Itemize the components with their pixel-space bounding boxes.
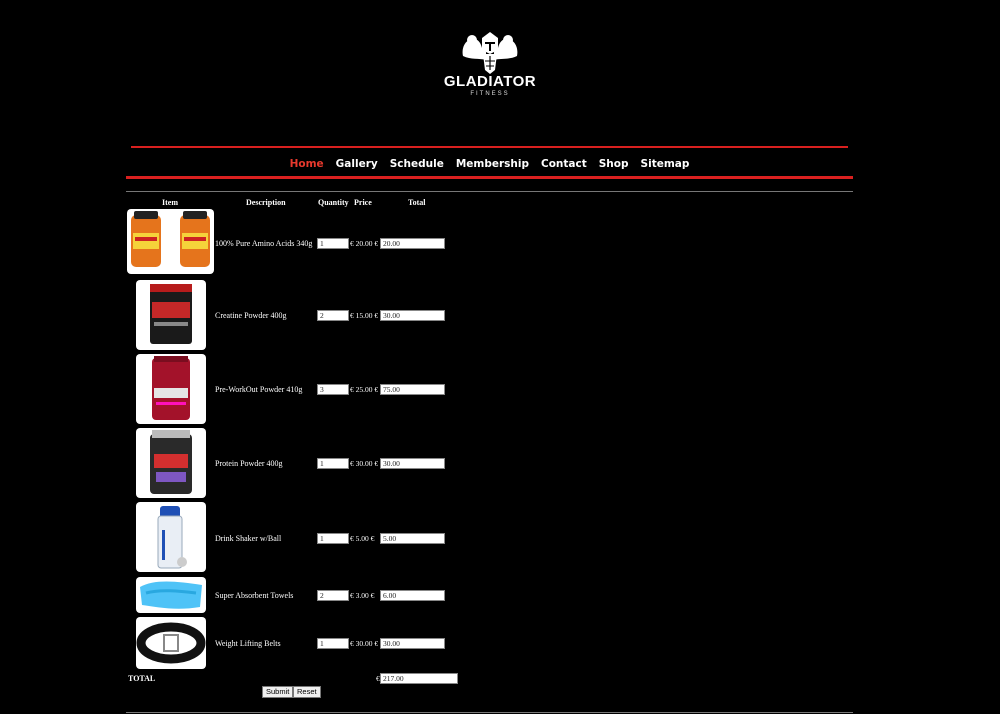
quantity-input[interactable]: 1 (317, 238, 349, 249)
row-total-field[interactable]: 30.00 (380, 458, 445, 469)
row-description: 100% Pure Amino Acids 340g (215, 239, 313, 248)
nav-gallery[interactable]: Gallery (336, 155, 378, 173)
row-total-field[interactable]: 30.00 (380, 310, 445, 321)
quantity-input[interactable]: 1 (317, 638, 349, 649)
reset-button[interactable]: Reset (293, 686, 321, 698)
row-description: Drink Shaker w/Ball (215, 534, 282, 543)
product-image-amino-acids (127, 209, 214, 274)
gladiator-emblem-icon (462, 32, 518, 74)
quantity-input[interactable]: 1 (317, 533, 349, 544)
quantity-input[interactable]: 1 (317, 458, 349, 469)
row-total-field[interactable]: 75.00 (380, 384, 445, 395)
product-image-shaker (136, 502, 206, 572)
nav-membership[interactable]: Membership (456, 155, 529, 173)
product-image-towels (136, 577, 206, 613)
product-image-creatine (136, 280, 206, 350)
nav-home[interactable]: Home (290, 155, 324, 173)
content-top-divider (126, 191, 853, 192)
product-image-belt (136, 617, 206, 669)
row-price: € 20.00 € (350, 239, 379, 248)
grand-total-field[interactable]: 217.00 (380, 673, 458, 684)
row-price: € 25.00 € (350, 385, 379, 394)
nav-schedule[interactable]: Schedule (390, 155, 444, 173)
main-nav: Home Gallery Schedule Membership Contact… (127, 155, 852, 173)
product-image-protein (136, 428, 206, 498)
nav-top-border (131, 146, 848, 148)
nav-sitemap[interactable]: Sitemap (641, 155, 690, 173)
logo-brand-text: GLADIATOR (443, 73, 537, 90)
header-description: Description (246, 198, 286, 207)
row-total-field[interactable]: 5.00 (380, 533, 445, 544)
quantity-input[interactable]: 2 (317, 590, 349, 601)
content-bottom-divider (126, 712, 853, 713)
header-quantity: Quantity (318, 198, 349, 207)
row-total-field[interactable]: 6.00 (380, 590, 445, 601)
row-description: Super Absorbent Towels (215, 591, 294, 600)
nav-bottom-border (126, 176, 853, 179)
row-description: Protein Powder 400g (215, 459, 283, 468)
submit-button[interactable]: Submit (262, 686, 294, 698)
header-item: Item (162, 198, 178, 207)
row-description: Creatine Powder 400g (215, 311, 287, 320)
row-description: Pre-WorkOut Powder 410g (215, 385, 303, 394)
row-description: Weight Lifting Belts (215, 639, 281, 648)
row-price: € 30.00 € (350, 639, 379, 648)
quantity-input[interactable]: 3 (317, 384, 349, 395)
logo-sub-text: FITNESS (470, 91, 510, 97)
nav-contact[interactable]: Contact (541, 155, 587, 173)
row-price: € 30.00 € (350, 459, 379, 468)
row-price: € 3.00 € (350, 591, 375, 600)
row-price: € 15.00 € (350, 311, 379, 320)
gladiator-fitness-logo[interactable]: GLADIATOR FITNESS (436, 30, 544, 102)
row-total-field[interactable]: 30.00 (380, 638, 445, 649)
nav-shop[interactable]: Shop (599, 155, 629, 173)
product-image-preworkout (136, 354, 206, 424)
header-total: Total (408, 198, 426, 207)
row-price: € 5.00 € (350, 534, 375, 543)
total-label: TOTAL (128, 674, 156, 683)
quantity-input[interactable]: 2 (317, 310, 349, 321)
header-price: Price (354, 198, 372, 207)
row-total-field[interactable]: 20.00 (380, 238, 445, 249)
